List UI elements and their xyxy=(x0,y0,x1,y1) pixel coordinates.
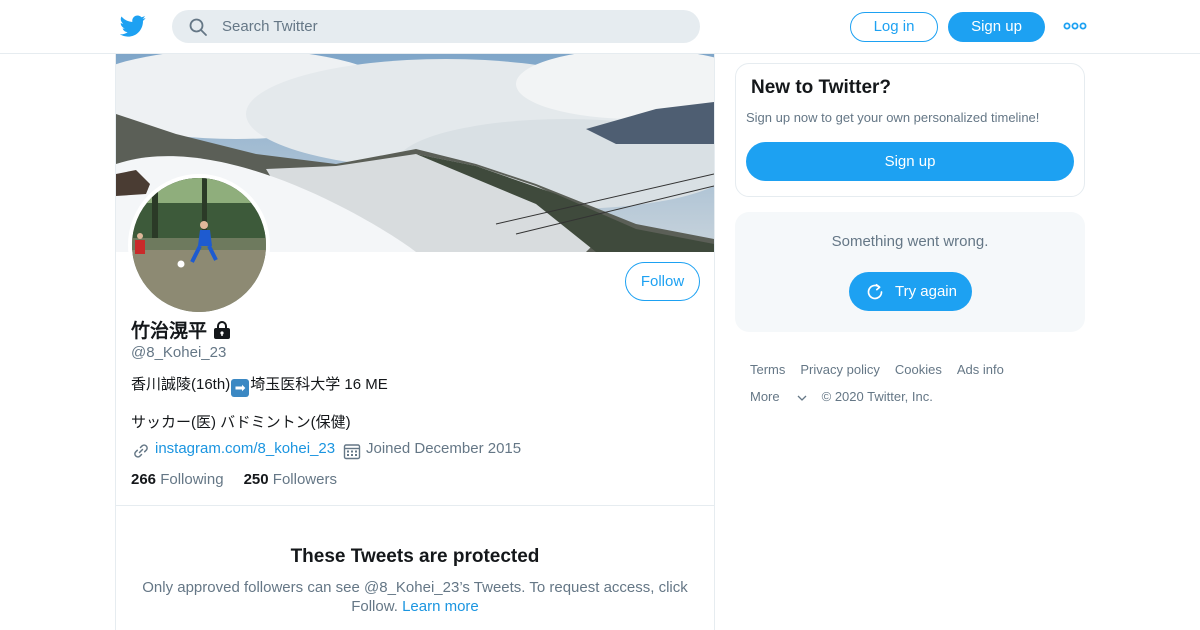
link-icon xyxy=(134,444,148,458)
profile-bio: 香川誠陵(16th) ➡ 埼玉医科大学 16 ME xyxy=(131,373,388,397)
footer-more-menu[interactable]: More xyxy=(750,389,807,404)
footer: Terms Privacy policy Cookies Ads info More ©… xyxy=(750,362,1080,404)
search-icon xyxy=(189,18,207,36)
search-input[interactable] xyxy=(222,10,682,43)
footer-privacy-link[interactable]: Privacy policy xyxy=(800,362,879,377)
learn-more-link[interactable]: Learn more xyxy=(402,598,479,615)
profile-bio-line2: サッカー(医) バドミントン(保健) xyxy=(131,414,351,431)
following-count: 266 xyxy=(131,471,157,488)
footer-terms-link[interactable]: Terms xyxy=(750,362,785,377)
signup-button[interactable]: Sign up xyxy=(948,12,1045,42)
following-label: Following xyxy=(160,471,224,488)
followers-count: 250 xyxy=(243,471,269,488)
profile-joined-date: Joined December 2015 xyxy=(366,440,522,457)
error-message: Something went wrong. xyxy=(831,233,989,250)
new-to-twitter-subtitle: Sign up now to get your own personalized… xyxy=(746,110,1040,125)
avatar-photo xyxy=(132,178,266,312)
profile-column: Follow 竹治滉平 @8_Kohei_23 香川誠陵(16th) ➡ 埼玉医科大… xyxy=(115,54,715,630)
followers-stat[interactable]: 250 Followers xyxy=(244,471,337,488)
error-card: Something went wrong. Try again xyxy=(735,212,1085,332)
protected-message: Only approved followers can see @8_Kohei… xyxy=(136,578,694,616)
avatar[interactable] xyxy=(128,174,270,316)
footer-cookies-link[interactable]: Cookies xyxy=(895,362,942,377)
try-again-button[interactable]: Try again xyxy=(849,272,972,311)
new-to-twitter-card: New to Twitter? Sign up now to get your … xyxy=(735,63,1085,197)
top-navigation: Log in Sign up xyxy=(0,0,1200,54)
following-stat[interactable]: 266 Following xyxy=(131,471,224,488)
login-button[interactable]: Log in xyxy=(850,12,938,42)
section-divider xyxy=(116,505,714,506)
bio-school: 香川誠陵(16th) xyxy=(131,376,231,393)
footer-ads-link[interactable]: Ads info xyxy=(957,362,1004,377)
arrow-emoji-icon: ➡ xyxy=(231,379,250,397)
sidebar-signup-button[interactable]: Sign up xyxy=(746,142,1074,181)
refresh-icon xyxy=(867,283,883,300)
footer-copyright: © 2020 Twitter, Inc. xyxy=(821,389,933,404)
follow-button[interactable]: Follow xyxy=(625,262,700,301)
protected-title: These Tweets are protected xyxy=(290,546,540,567)
calendar-icon xyxy=(343,444,361,460)
new-to-twitter-title: New to Twitter? xyxy=(751,77,892,98)
profile-website-link[interactable]: instagram.com/8_kohei_23 xyxy=(155,440,335,457)
try-again-label: Try again xyxy=(895,283,957,300)
profile-stats: 266 Following 250 Followers xyxy=(131,471,337,488)
bio-university: 埼玉医科大学 16 ME xyxy=(250,376,388,393)
chevron-down-icon xyxy=(797,395,807,401)
footer-more-label: More xyxy=(750,389,780,404)
profile-handle[interactable]: @8_Kohei_23 xyxy=(131,344,226,361)
profile-name: 竹治滉平 xyxy=(131,321,208,342)
lock-icon xyxy=(214,321,230,339)
search-box[interactable] xyxy=(172,10,700,43)
followers-label: Followers xyxy=(272,471,337,488)
more-dots-icon[interactable] xyxy=(1063,16,1087,36)
twitter-bird-icon[interactable] xyxy=(120,13,146,39)
